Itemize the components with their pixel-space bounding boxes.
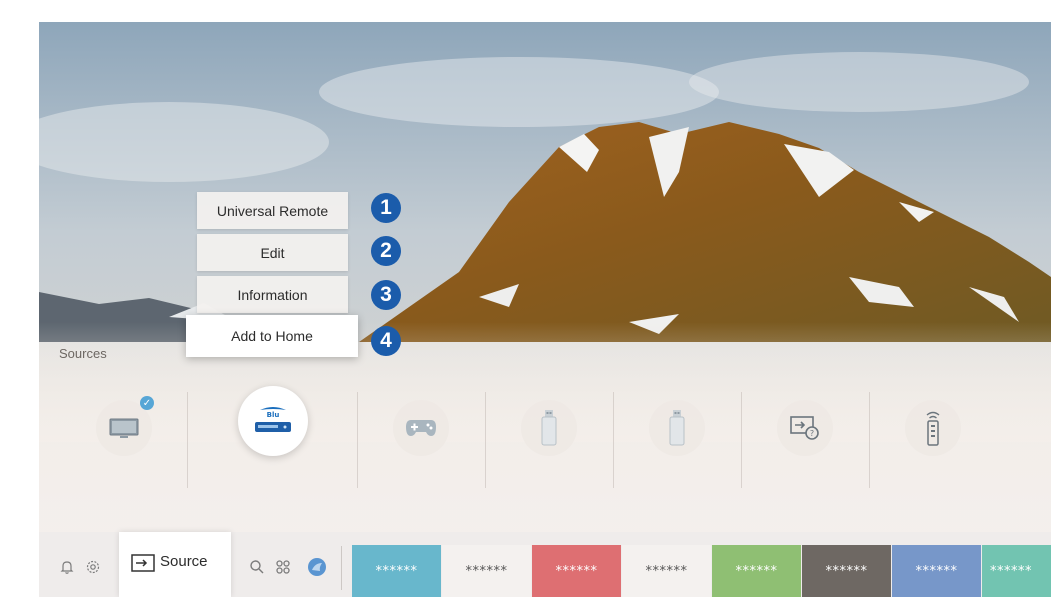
callout-number-1: 1 [371, 193, 401, 223]
callout-text: 3 [380, 283, 392, 306]
source-divider [869, 392, 870, 488]
usb-drive-icon [669, 410, 685, 446]
source-divider [741, 392, 742, 488]
menu-item-label: Add to Home [231, 328, 313, 344]
app-tile-2[interactable]: ****** [442, 545, 531, 597]
source-divider [187, 392, 188, 488]
menu-item-label: Universal Remote [216, 202, 329, 219]
source-button[interactable]: Source [119, 532, 231, 597]
app-tile-8[interactable]: ****** [982, 545, 1051, 597]
source-game-console[interactable] [393, 400, 449, 456]
app-tile-6[interactable]: ****** [802, 545, 891, 597]
sources-heading: Sources [59, 346, 107, 361]
source-divider [357, 392, 358, 488]
app-tile-label: ****** [990, 563, 1032, 579]
app-tile-label: ****** [825, 563, 868, 579]
notification-bell-icon[interactable] [59, 559, 75, 575]
app-tile-label: ****** [645, 563, 688, 579]
app-tile-label: ****** [735, 563, 778, 579]
source-connection-guide[interactable]: ? [777, 400, 833, 456]
source-usb-2[interactable] [649, 400, 705, 456]
menu-item-information[interactable]: Information [197, 276, 348, 313]
app-tile-7[interactable]: ****** [892, 545, 981, 597]
callout-text: 1 [380, 196, 392, 219]
menu-item-label: Edit [260, 244, 285, 261]
svg-text:Blu: Blu [267, 411, 280, 419]
apps-icon[interactable] [275, 559, 291, 575]
app-tile-4[interactable]: ****** [622, 545, 711, 597]
callout-number-2: 2 [371, 236, 401, 266]
tv-monitor-icon [109, 418, 139, 438]
app-tile-label: ****** [465, 563, 508, 579]
callout-text: 2 [380, 239, 392, 262]
app-tile-label: ****** [375, 563, 418, 579]
source-blu-ray-player[interactable]: Blu [238, 386, 308, 456]
svg-text:?: ? [810, 429, 814, 438]
app-tile-5[interactable]: ****** [712, 545, 801, 597]
source-usb-1[interactable] [521, 400, 577, 456]
source-input-icon [131, 554, 155, 572]
search-icon[interactable] [249, 559, 265, 575]
settings-gear-icon[interactable] [85, 559, 101, 575]
blu-ray-player-icon: Blu [255, 407, 291, 432]
app-tile-label: ****** [555, 563, 598, 579]
app-tile-3[interactable]: ****** [532, 545, 621, 597]
callout-number-4: 4 [371, 326, 401, 356]
callout-text: 4 [380, 329, 392, 352]
callout-number-3: 3 [371, 280, 401, 310]
menu-item-add-to-home[interactable]: Add to Home [186, 315, 358, 357]
menu-item-universal-remote[interactable]: Universal Remote [197, 192, 348, 229]
universal-remote-icon [926, 411, 940, 446]
source-divider [485, 392, 486, 488]
game-controller-icon [406, 420, 436, 436]
connection-guide-icon: ? [790, 416, 819, 440]
smart-hub-bar: Source ****** ****** ****** ****** *****… [39, 532, 1051, 597]
app-tile-label: ****** [915, 563, 958, 579]
source-button-label: Source [160, 553, 208, 570]
source-tv[interactable]: ✓ [96, 396, 154, 456]
menu-item-edit[interactable]: Edit [197, 234, 348, 271]
menu-item-label: Information [237, 286, 308, 303]
tv-screen: Universal Remote Edit Information Add to… [39, 22, 1051, 597]
check-badge-icon: ✓ [140, 396, 154, 410]
bar-separator [341, 546, 342, 590]
source-divider [613, 392, 614, 488]
ambient-mode-icon[interactable] [307, 557, 327, 577]
app-tile-1[interactable]: ****** [352, 545, 441, 597]
usb-drive-icon [541, 410, 557, 446]
source-universal-remote[interactable] [905, 400, 961, 456]
